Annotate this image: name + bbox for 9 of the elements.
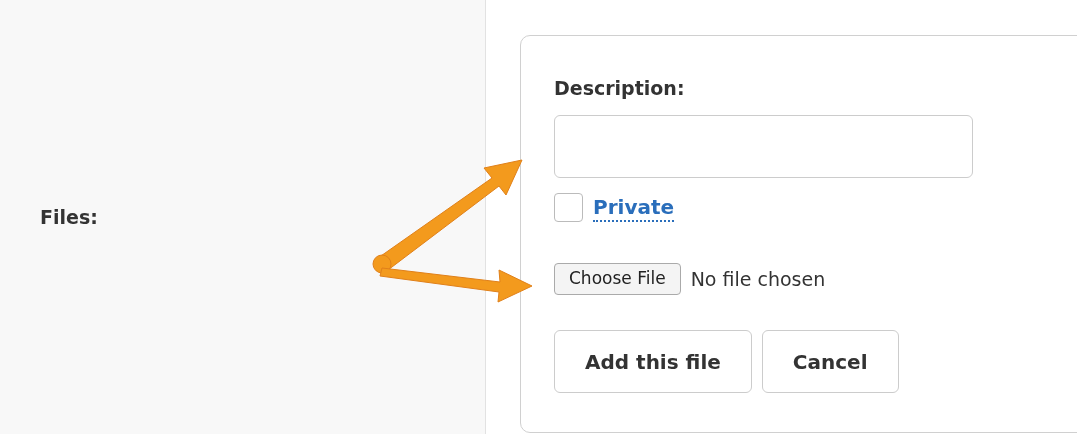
- file-status: No file chosen: [690, 266, 826, 292]
- cancel-button[interactable]: Cancel: [761, 330, 899, 393]
- private-checkbox[interactable]: [554, 193, 583, 222]
- description-label: Description:: [554, 76, 686, 101]
- field-label: Files:: [40, 204, 98, 230]
- description-field[interactable]: [554, 115, 973, 178]
- choose-file-button[interactable]: Choose File: [554, 263, 681, 295]
- private-link[interactable]: Private: [593, 193, 675, 222]
- add-file-button[interactable]: Add this file: [554, 330, 752, 393]
